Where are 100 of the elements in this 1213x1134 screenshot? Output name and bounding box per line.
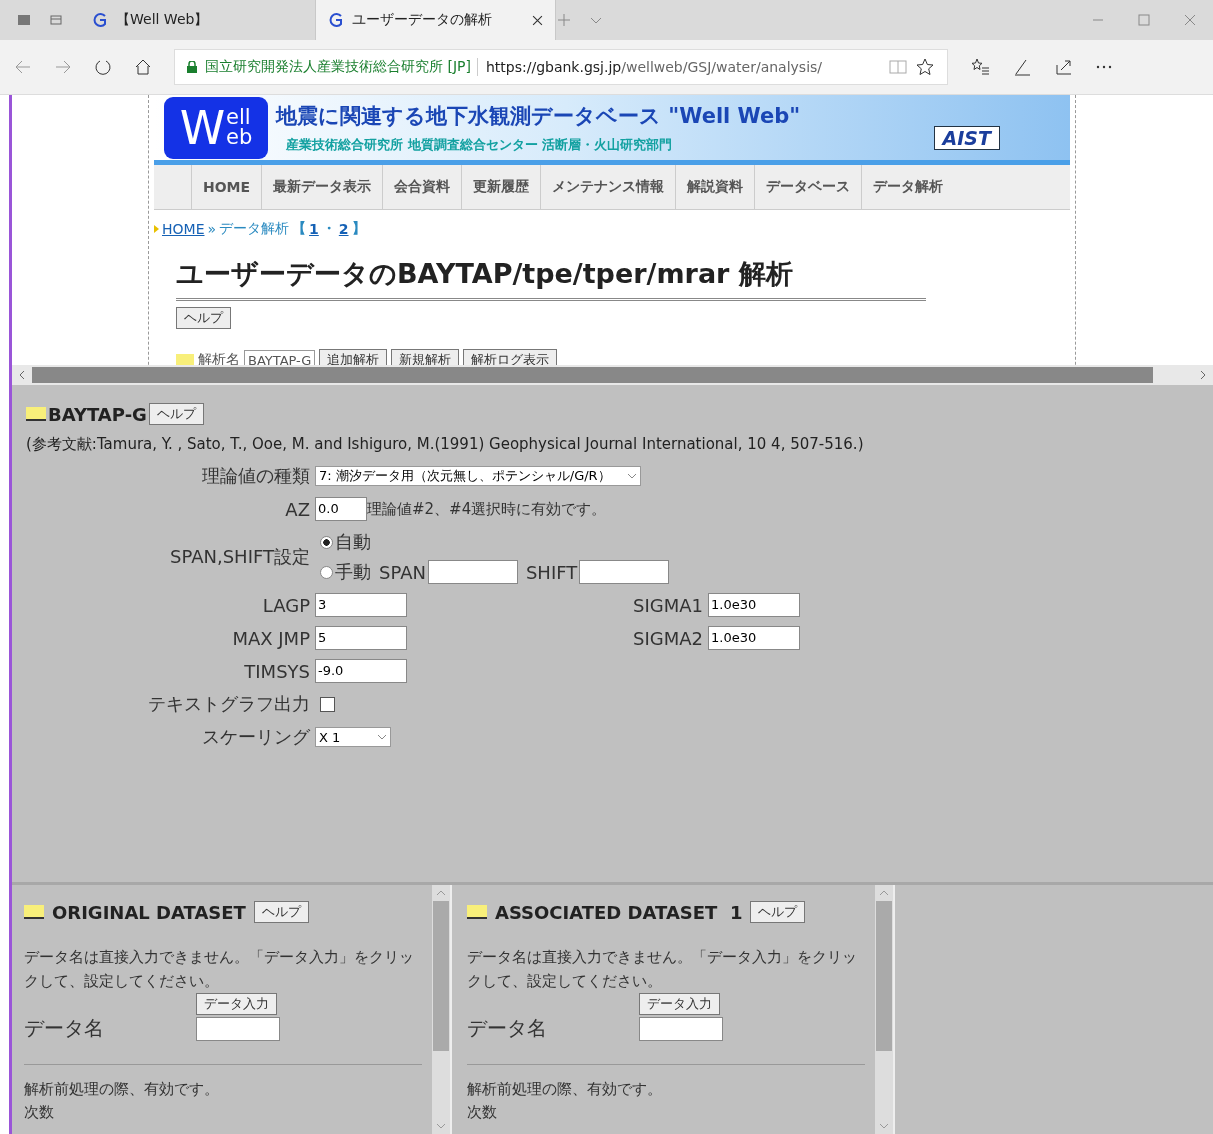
option-label: 手動 (335, 560, 371, 584)
favorites-icon[interactable] (970, 57, 990, 77)
field-label: 理論値の種類 (201, 464, 310, 488)
nav-item[interactable]: メンテナンス情報 (540, 165, 676, 209)
field-label: データ名 (24, 1015, 105, 1042)
hint-text: 理論値#2、#4選択時に有効です。 (367, 499, 607, 519)
marker-icon (467, 905, 487, 919)
forward-icon[interactable] (54, 58, 72, 76)
favicon-icon (92, 12, 108, 28)
site-subtitle: 産業技術総合研究所 地質調査総合センター 活断層・火山研究部門 (285, 135, 674, 154)
text-field[interactable]: 1.0e30 (708, 626, 800, 650)
field-label: SPAN (379, 561, 426, 583)
scroll-right-icon[interactable] (1199, 370, 1207, 380)
text-field[interactable]: -9.0 (315, 659, 407, 683)
marker-icon (26, 407, 46, 421)
select-field[interactable]: 7: 潮汐データ用（次元無し、ポテンシャル/G/R） (315, 466, 641, 486)
field-label: SIGMA1 (632, 594, 703, 616)
horizontal-scrollbar[interactable] (12, 365, 1213, 385)
field-label: 解析名 (198, 351, 240, 365)
analysis-select[interactable]: BAYTAP-G (244, 350, 316, 365)
bracket: 】 (351, 220, 366, 238)
page-title: ユーザーデータのBAYTAP/tpe/tper/mrar 解析 (176, 256, 926, 301)
tab-list-icon[interactable] (16, 12, 32, 28)
page-link[interactable]: 1 (309, 221, 319, 237)
site-title: 地震に関連する地下水観測データベース "Well Web" (276, 102, 802, 130)
chevron-down-icon (627, 473, 637, 479)
data-input-button[interactable]: データ入力 (196, 993, 277, 1015)
field-label: データ名 (467, 1015, 548, 1042)
panel-title: ASSOCIATED DATASET 1 (495, 901, 743, 923)
text-field[interactable]: 1.0e30 (708, 593, 800, 617)
field-label: SPAN,SHIFT設定 (169, 545, 310, 569)
pen-icon[interactable] (1012, 57, 1032, 77)
action-button[interactable]: 追加解析 (319, 349, 388, 365)
nav-item[interactable]: 会合資料 (382, 165, 462, 209)
text-field[interactable]: 3 (315, 593, 407, 617)
nav-item[interactable]: 更新履歴 (461, 165, 541, 209)
help-button[interactable]: ヘルプ (148, 403, 204, 425)
scroll-up-icon[interactable] (879, 889, 889, 897)
breadcrumb-current: データ解析 (219, 220, 290, 238)
tab-aside-icon[interactable] (48, 12, 64, 28)
share-icon[interactable] (1054, 57, 1074, 77)
help-button[interactable]: ヘルプ (750, 901, 806, 923)
nav-item[interactable]: HOME (191, 165, 262, 209)
hint-text: 解析前処理の際、有効です。 (24, 1079, 220, 1100)
vertical-scrollbar[interactable] (432, 885, 450, 1134)
nav-item[interactable]: データ解析 (861, 165, 955, 209)
nav-item[interactable]: データベース (754, 165, 862, 209)
marker-icon (176, 353, 194, 365)
scroll-down-icon[interactable] (436, 1122, 446, 1130)
text-field[interactable] (579, 560, 670, 584)
address-bar[interactable]: 国立研究開発法人産業技術総合研究所 [JP] https://gbank.gsj.jp/wellweb/GSJ/water/analysis/ (174, 49, 948, 85)
field-label: AZ (284, 498, 310, 520)
radio-button[interactable] (320, 535, 333, 549)
option-label: 自動 (335, 530, 371, 554)
help-button[interactable]: ヘルプ (253, 901, 309, 923)
page-link[interactable]: 2 (338, 221, 349, 237)
section-title: BAYTAP-G (48, 403, 147, 425)
radio-button[interactable] (320, 565, 333, 579)
chevron-down-icon (377, 734, 387, 740)
scroll-left-icon[interactable] (18, 370, 26, 380)
lock-icon (187, 61, 197, 73)
instruction-text: データ名は直接入力できません。「データ入力」をクリックして、設定してください。 (467, 947, 858, 992)
data-name-field[interactable] (639, 1016, 723, 1041)
reading-view-icon[interactable] (889, 60, 907, 74)
hint-text: 解析前処理の際、有効です。 (467, 1079, 663, 1100)
action-button[interactable]: 解析ログ表示 (463, 349, 558, 365)
data-name-field[interactable] (196, 1016, 280, 1041)
url-text: https://gbank.gsj.jp/wellweb/GSJ/water/analysis/ (485, 59, 824, 75)
site-identity: 国立研究開発法人産業技術総合研究所 [JP] (205, 58, 478, 76)
maximize-icon[interactable] (1138, 14, 1150, 26)
select-field[interactable]: X 1 (315, 727, 391, 747)
field-label: MAX JMP (231, 627, 310, 649)
scroll-down-icon[interactable] (879, 1122, 889, 1130)
field-label: 次数 (467, 1103, 497, 1122)
vertical-scrollbar[interactable] (875, 885, 893, 1134)
refresh-icon[interactable] (94, 58, 112, 76)
nav-item[interactable]: 最新データ表示 (261, 165, 383, 209)
field-label: TIMSYS (243, 660, 310, 682)
help-button[interactable]: ヘルプ (176, 307, 231, 329)
back-icon[interactable] (14, 58, 32, 76)
text-field[interactable]: 5 (315, 626, 407, 650)
page-separator: ・ (321, 220, 336, 238)
instruction-text: データ名は直接入力できません。「データ入力」をクリックして、設定してください。 (24, 947, 415, 992)
breadcrumb-link[interactable]: HOME (162, 221, 205, 237)
browser-tab[interactable]: ユーザーデータの解析 (316, 0, 556, 40)
close-icon[interactable] (532, 14, 543, 26)
text-field[interactable] (427, 560, 518, 584)
brand-logo[interactable]: AIST (933, 125, 1000, 150)
breadcrumb-separator: » (207, 221, 217, 237)
checkbox[interactable] (320, 696, 335, 712)
bullet-icon (154, 225, 159, 233)
home-icon[interactable] (134, 58, 152, 76)
nav-item[interactable]: 解説資料 (675, 165, 755, 209)
panel-title: ORIGINAL DATASET (52, 901, 246, 923)
text-field[interactable]: 0.0 (315, 497, 367, 521)
more-icon[interactable] (1096, 64, 1112, 70)
star-icon[interactable] (915, 57, 935, 77)
favicon-icon (328, 12, 344, 28)
data-input-button[interactable]: データ入力 (639, 993, 720, 1015)
scroll-up-icon[interactable] (436, 889, 446, 897)
